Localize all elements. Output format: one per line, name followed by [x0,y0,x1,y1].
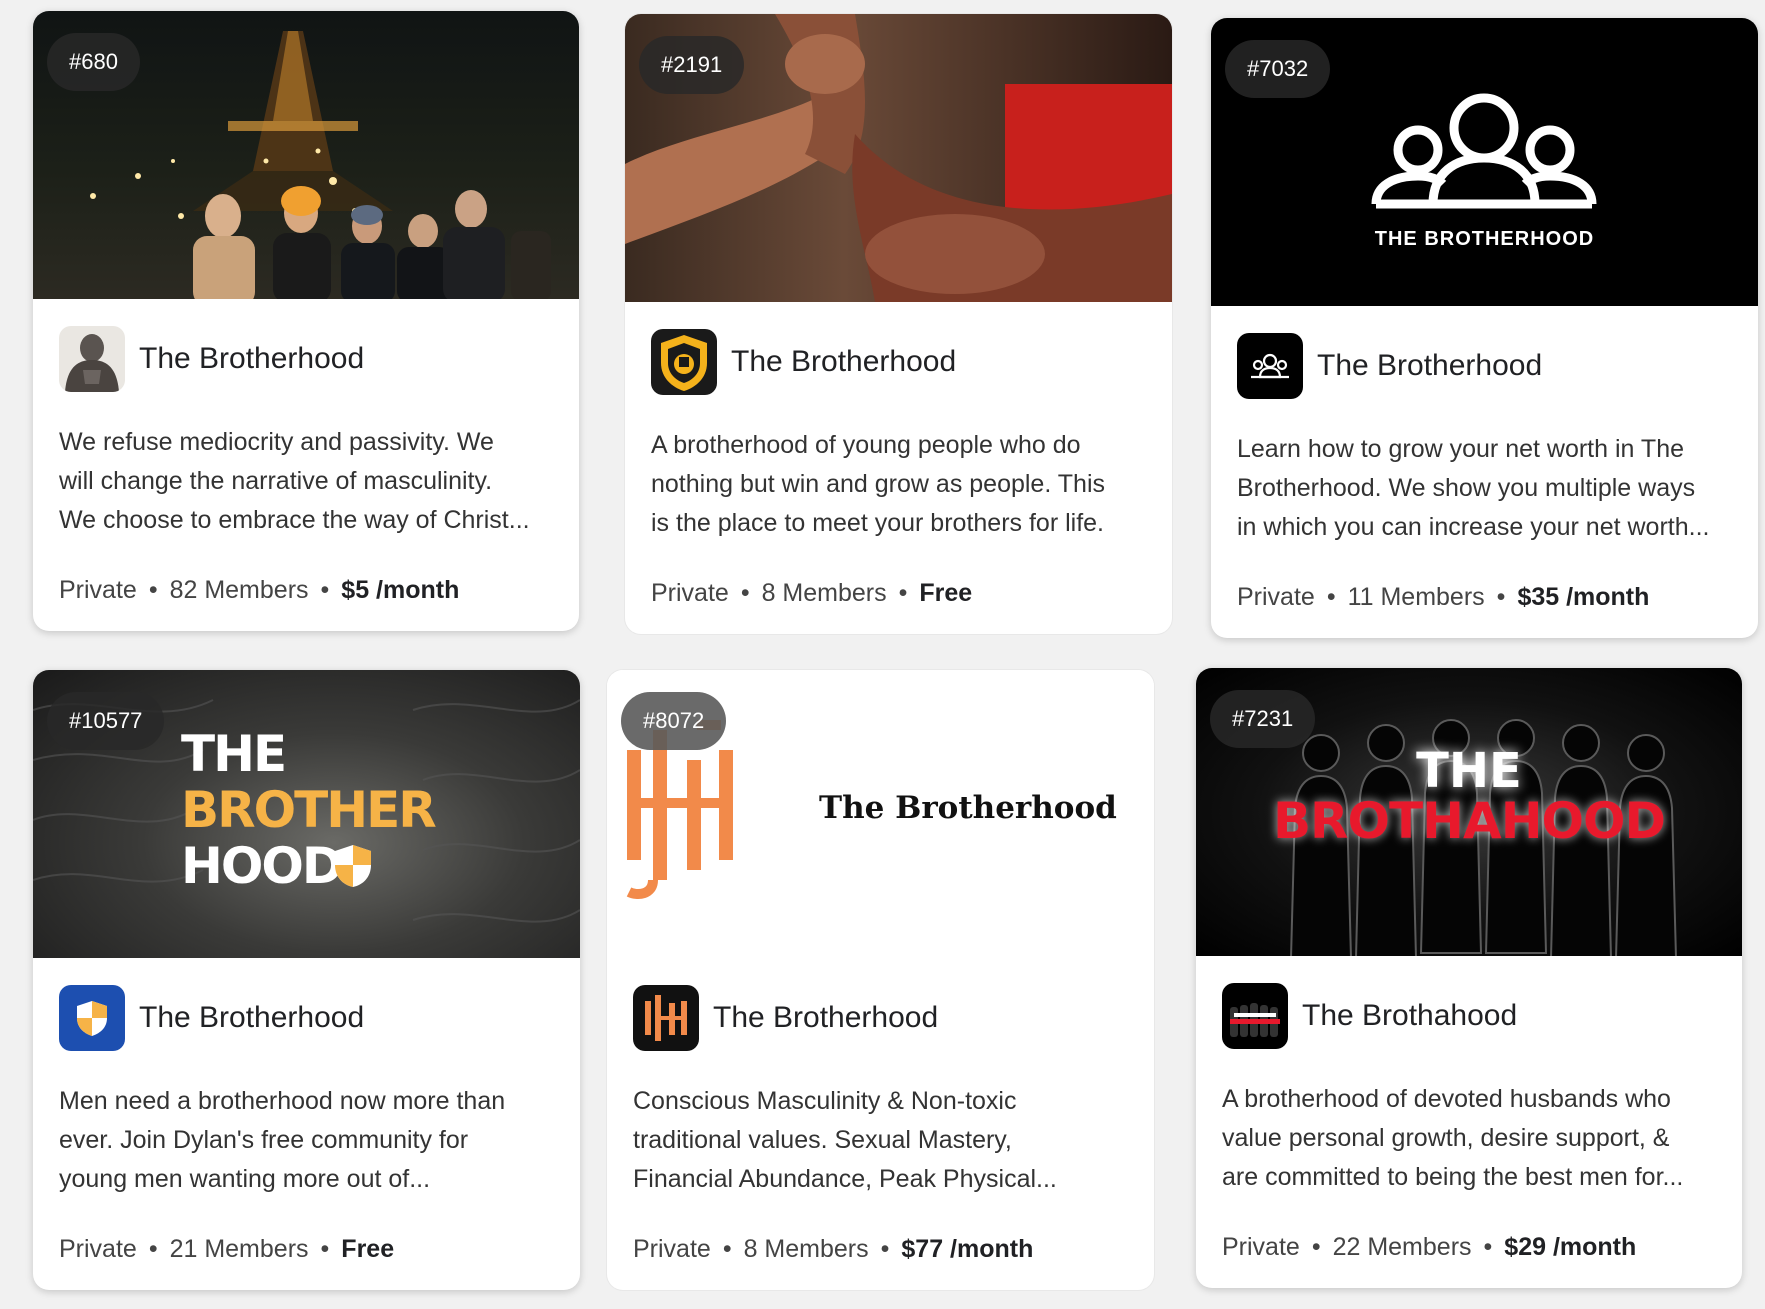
group-avatar [1222,983,1288,1049]
privacy-label: Private [1237,583,1315,611]
group-description: A brotherhood of devoted husbands who va… [1222,1085,1684,1191]
rank-badge: #7032 [1225,40,1331,98]
group-avatar [651,329,717,395]
price-label: $29 /month [1504,1233,1637,1261]
privacy-label: Private [651,579,729,607]
rank-badge: #8072 [621,692,727,750]
rank-badge: #2191 [639,36,745,94]
group-meta: Private • 21 Members • Free [59,1235,395,1263]
privacy-label: Private [1222,1233,1300,1261]
rank-badge: #10577 [47,692,165,750]
privacy-label: Private [59,1235,137,1263]
group-avatar [1237,333,1303,399]
cover-title: THE BROTHER HOOD [181,725,437,895]
group-description: Learn how to grow your net worth in The … [1237,435,1710,541]
group-name[interactable]: The Brotherhood [139,1001,364,1035]
group-description: Conscious Masculinity & Non-toxic tradit… [633,1087,1057,1193]
group-meta: Private • 8 Members • Free [651,579,973,607]
group-avatar [59,326,125,392]
members-count: 82 Members [169,576,309,604]
privacy-label: Private [59,576,137,604]
group-card-7231[interactable]: THE BROTHAHOOD #7231 The Brothahood A br… [1196,668,1742,1288]
group-cover-image: THE BROTHERHOOD #7032 [1211,18,1758,306]
group-cover-image: #2191 [625,14,1172,302]
group-cover-image: #680 [33,11,579,299]
members-count: 8 Members [761,579,887,607]
group-avatar [633,985,699,1051]
group-name[interactable]: The Brotherhood [713,1001,938,1035]
group-meta: Private • 82 Members • $5 /month [59,576,460,604]
statue-avatar-icon [65,334,119,392]
group-name[interactable]: The Brotherhood [731,345,956,379]
members-count: 21 Members [169,1235,309,1263]
group-card-10577[interactable]: THE BROTHER HOOD #10577 The Brotherhood … [33,670,580,1290]
group-card-680[interactable]: #680 The Brotherhood We refuse mediocrit… [33,11,579,631]
shield-icon [335,845,371,887]
group-name[interactable]: The Brotherhood [1317,349,1542,383]
group-name[interactable]: The Brothahood [1302,999,1517,1033]
group-cover-image: The Brotherhood #8072 [607,670,1154,958]
price-label: Free [341,1235,395,1263]
cover-title: THE BROTHERHOOD [1374,228,1595,250]
shield-icon [77,1001,107,1036]
group-meta: Private • 22 Members • $29 /month [1222,1233,1637,1261]
group-description: We refuse mediocrity and passivity. We w… [59,428,530,534]
brothahood-logo-icon [1230,1003,1280,1037]
rank-badge: #7231 [1210,690,1316,748]
group-card-8072[interactable]: The Brotherhood #8072 The Brotherhood Co… [607,670,1154,1290]
members-count: 11 Members [1347,583,1485,611]
group-card-2191[interactable]: #2191 The Brotherhood A brotherhood of y… [625,14,1172,634]
group-card-7032[interactable]: THE BROTHERHOOD #7032 The Brotherhood Le… [1211,18,1758,638]
price-label: Free [919,579,973,607]
people-group-small-icon [1251,353,1289,379]
price-label: $35 /month [1517,583,1650,611]
group-name[interactable]: The Brotherhood [139,342,364,376]
rank-badge: #680 [47,33,140,91]
cover-title: The Brotherhood [819,790,1117,826]
price-label: $5 /month [341,576,460,604]
group-cover-image: THE BROTHER HOOD #10577 [33,670,580,958]
group-meta: Private • 11 Members • $35 /month [1237,583,1650,611]
group-avatar [59,985,125,1051]
members-count: 8 Members [743,1235,869,1263]
members-count: 22 Members [1332,1233,1472,1261]
privacy-label: Private [633,1235,711,1263]
price-label: $77 /month [901,1235,1034,1263]
group-cover-image: THE BROTHAHOOD #7231 [1196,668,1742,956]
group-meta: Private • 8 Members • $77 /month [633,1235,1034,1263]
group-description: A brotherhood of young people who do not… [651,431,1106,537]
cover-title: THE BROTHAHOOD [1272,743,1666,850]
shield-fist-icon [661,335,707,391]
group-description: Men need a brotherhood now more than eve… [59,1087,506,1193]
jh-monogram-icon [645,995,687,1041]
